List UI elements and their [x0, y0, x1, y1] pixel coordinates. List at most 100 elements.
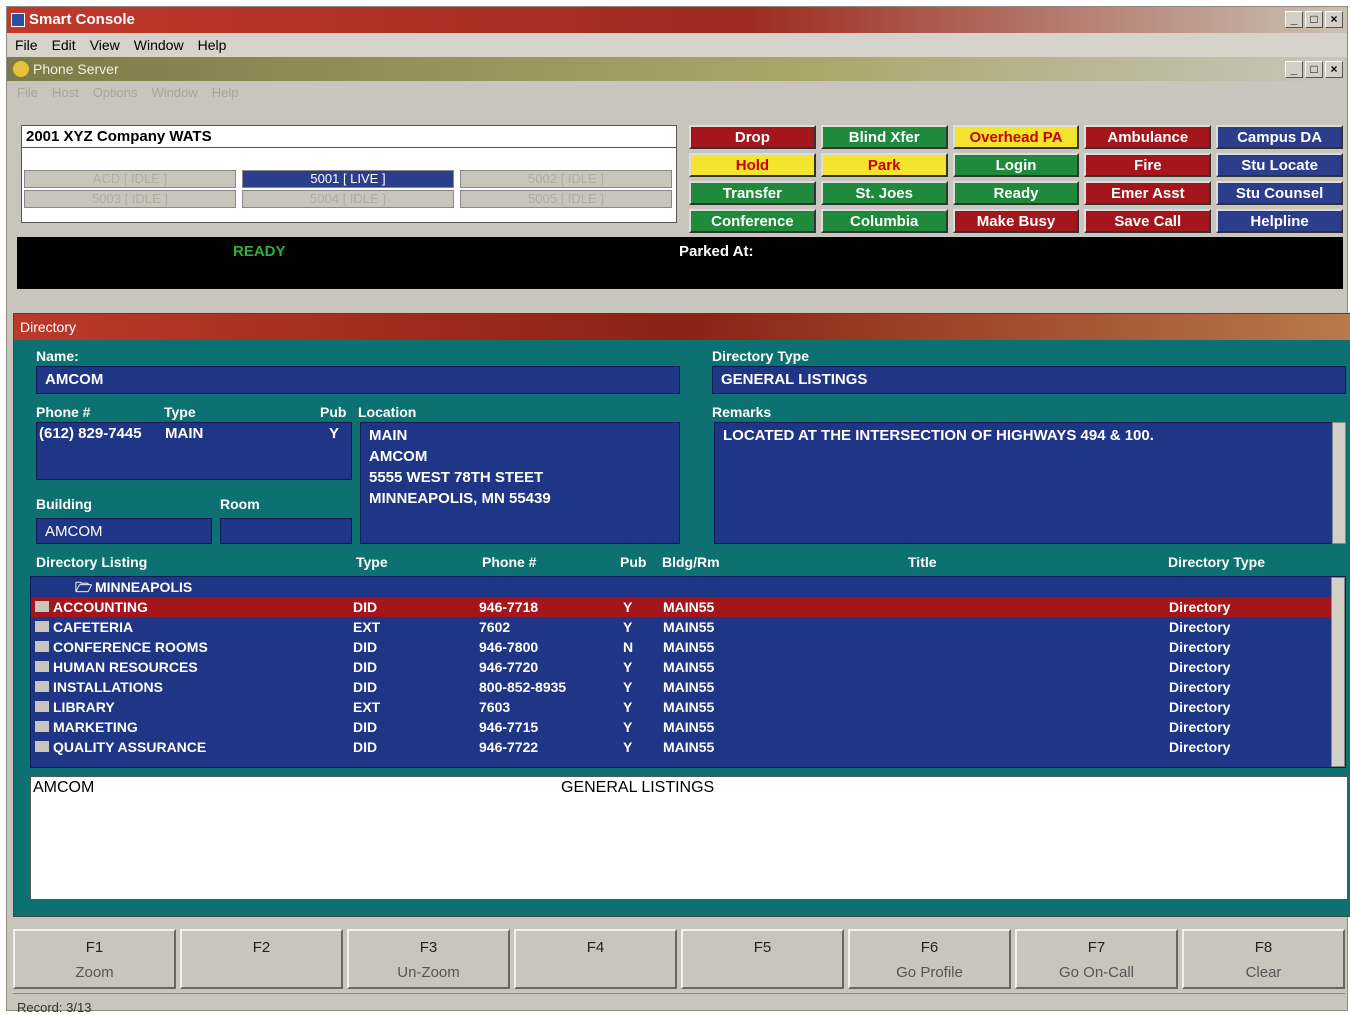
- ambulance-button[interactable]: Ambulance: [1084, 125, 1212, 149]
- directory-listing: 🗁 MINNEAPOLIS ACCOUNTING DID 946-7718 Y …: [30, 576, 1346, 768]
- drop-button[interactable]: Drop: [689, 125, 816, 149]
- minimize-icon[interactable]: _: [1285, 11, 1303, 28]
- list-item[interactable]: MARKETING DID 946-7715 Y MAIN55 Director…: [31, 717, 1345, 737]
- f6-go-profile-button[interactable]: F6 Go Profile: [848, 929, 1011, 989]
- fkey-key: F2: [252, 939, 271, 956]
- folder-icon: 🗁: [75, 579, 93, 595]
- list-item[interactable]: QUALITY ASSURANCE DID 946-7722 Y MAIN55 …: [31, 737, 1345, 757]
- submenu-file[interactable]: File: [17, 81, 38, 105]
- phone-server-title: Phone Server: [33, 61, 119, 77]
- emer-asst-button[interactable]: Emer Asst: [1084, 181, 1212, 205]
- menu-window[interactable]: Window: [134, 33, 184, 57]
- columbia-button[interactable]: Columbia: [820, 209, 948, 233]
- campus-da-button[interactable]: Campus DA: [1216, 125, 1343, 149]
- room-field[interactable]: [220, 518, 352, 544]
- col-directory-listing[interactable]: Directory Listing: [36, 554, 147, 570]
- helpline-button[interactable]: Helpline: [1216, 209, 1343, 233]
- listing-phone: 7602: [479, 619, 511, 635]
- col-title[interactable]: Title: [908, 554, 937, 570]
- list-item[interactable]: LIBRARY EXT 7603 Y MAIN55 Directory: [31, 697, 1345, 717]
- f1-zoom-button[interactable]: F1 Zoom: [13, 929, 176, 989]
- f2-button[interactable]: F2: [180, 929, 343, 989]
- list-item[interactable]: HUMAN RESOURCES DID 946-7720 Y MAIN55 Di…: [31, 657, 1345, 677]
- phone-label: Phone #: [36, 404, 91, 420]
- line-5002[interactable]: 5002 [ IDLE ]: [460, 170, 672, 188]
- phone-field[interactable]: (612) 829-7445 MAIN Y: [36, 422, 352, 480]
- hold-button[interactable]: Hold: [689, 153, 816, 177]
- f8-clear-button[interactable]: F8 Clear: [1182, 929, 1345, 989]
- col-type[interactable]: Type: [356, 554, 388, 570]
- f5-button[interactable]: F5: [681, 929, 844, 989]
- menu-view[interactable]: View: [90, 33, 120, 57]
- save-call-button[interactable]: Save Call: [1084, 209, 1212, 233]
- phone-server-window-controls: _ □ ×: [1285, 61, 1343, 78]
- st-joes-button[interactable]: St. Joes: [820, 181, 948, 205]
- remarks-scrollbar[interactable]: [1332, 422, 1346, 544]
- building-field[interactable]: AMCOM: [36, 518, 212, 544]
- listing-type: DID: [353, 739, 378, 755]
- park-button[interactable]: Park: [820, 153, 948, 177]
- folder-icon: [35, 701, 49, 712]
- col-bldg-rm[interactable]: Bldg/Rm: [662, 554, 720, 570]
- name-field[interactable]: AMCOM: [36, 366, 680, 394]
- fkey-key: F8: [1254, 939, 1273, 956]
- listing-phone: 946-7722: [479, 739, 539, 755]
- location-label: Location: [358, 404, 417, 420]
- folder-icon: [35, 661, 49, 672]
- ready-button[interactable]: Ready: [952, 181, 1080, 205]
- directory-type-field[interactable]: GENERAL LISTINGS: [712, 366, 1346, 394]
- list-item[interactable]: INSTALLATIONS DID 800-852-8935 Y MAIN55 …: [31, 677, 1345, 697]
- listing-name: HUMAN RESOURCES: [53, 659, 198, 675]
- fire-button[interactable]: Fire: [1084, 153, 1212, 177]
- location-field[interactable]: MAIN AMCOM 5555 WEST 78TH STEET MINNEAPO…: [360, 422, 680, 544]
- listing-phone: 946-7800: [479, 639, 539, 655]
- remarks-field[interactable]: LOCATED AT THE INTERSECTION OF HIGHWAYS …: [714, 422, 1334, 544]
- maximize-icon[interactable]: □: [1305, 11, 1323, 28]
- list-item[interactable]: CONFERENCE ROOMS DID 946-7800 N MAIN55 D…: [31, 637, 1345, 657]
- maximize-icon[interactable]: □: [1305, 61, 1323, 78]
- f3-unzoom-button[interactable]: F3 Un-Zoom: [347, 929, 510, 989]
- list-item[interactable]: CAFETERIA EXT 7602 Y MAIN55 Directory: [31, 617, 1345, 637]
- menu-file[interactable]: File: [15, 33, 38, 57]
- col-directory-type[interactable]: Directory Type: [1168, 554, 1265, 570]
- name-label: Name:: [36, 348, 79, 364]
- transfer-button[interactable]: Transfer: [689, 181, 816, 205]
- col-pub[interactable]: Pub: [620, 554, 646, 570]
- submenu-help[interactable]: Help: [212, 81, 239, 105]
- listing-bldg: MAIN55: [663, 659, 715, 675]
- list-item[interactable]: ACCOUNTING DID 946-7718 Y MAIN55 Directo…: [31, 597, 1345, 617]
- make-busy-button[interactable]: Make Busy: [952, 209, 1080, 233]
- line-5003[interactable]: 5003 [ IDLE ]: [24, 190, 236, 208]
- submenu-window[interactable]: Window: [152, 81, 198, 105]
- f7-go-on-call-button[interactable]: F7 Go On-Call: [1015, 929, 1178, 989]
- submenu-host[interactable]: Host: [52, 81, 79, 105]
- list-group[interactable]: 🗁 MINNEAPOLIS: [31, 577, 1345, 597]
- line-5001[interactable]: 5001 [ LIVE ]: [242, 170, 454, 188]
- close-icon[interactable]: ×: [1325, 11, 1343, 28]
- line-5004[interactable]: 5004 [ IDLE ]: [242, 190, 454, 208]
- submenu-options[interactable]: Options: [93, 81, 138, 105]
- blind-xfer-button[interactable]: Blind Xfer: [820, 125, 948, 149]
- menu-help[interactable]: Help: [198, 33, 227, 57]
- menu-edit[interactable]: Edit: [52, 33, 76, 57]
- folder-icon: [35, 741, 49, 752]
- f4-button[interactable]: F4: [514, 929, 677, 989]
- minimize-icon[interactable]: _: [1285, 61, 1303, 78]
- col-phone[interactable]: Phone #: [482, 554, 536, 570]
- line-buttons: ACD [ IDLE ] 5001 [ LIVE ] 5002 [ IDLE ]…: [24, 170, 672, 208]
- conference-button[interactable]: Conference: [689, 209, 816, 233]
- stu-locate-button[interactable]: Stu Locate: [1216, 153, 1343, 177]
- listing-name: CAFETERIA: [53, 619, 134, 635]
- close-icon[interactable]: ×: [1325, 61, 1343, 78]
- directory-window: Directory Name: AMCOM Directory Type GEN…: [13, 313, 1350, 917]
- line-5005[interactable]: 5005 [ IDLE ]: [460, 190, 672, 208]
- listing-dtype: Directory: [1169, 599, 1231, 615]
- stu-counsel-button[interactable]: Stu Counsel: [1216, 181, 1343, 205]
- folder-icon: [35, 621, 49, 632]
- line-acd[interactable]: ACD [ IDLE ]: [24, 170, 236, 188]
- overhead-pa-button[interactable]: Overhead PA: [952, 125, 1080, 149]
- listing-scrollbar[interactable]: [1331, 577, 1345, 767]
- listing-dtype: Directory: [1169, 699, 1231, 715]
- listing-type: DID: [353, 599, 378, 615]
- login-button[interactable]: Login: [952, 153, 1080, 177]
